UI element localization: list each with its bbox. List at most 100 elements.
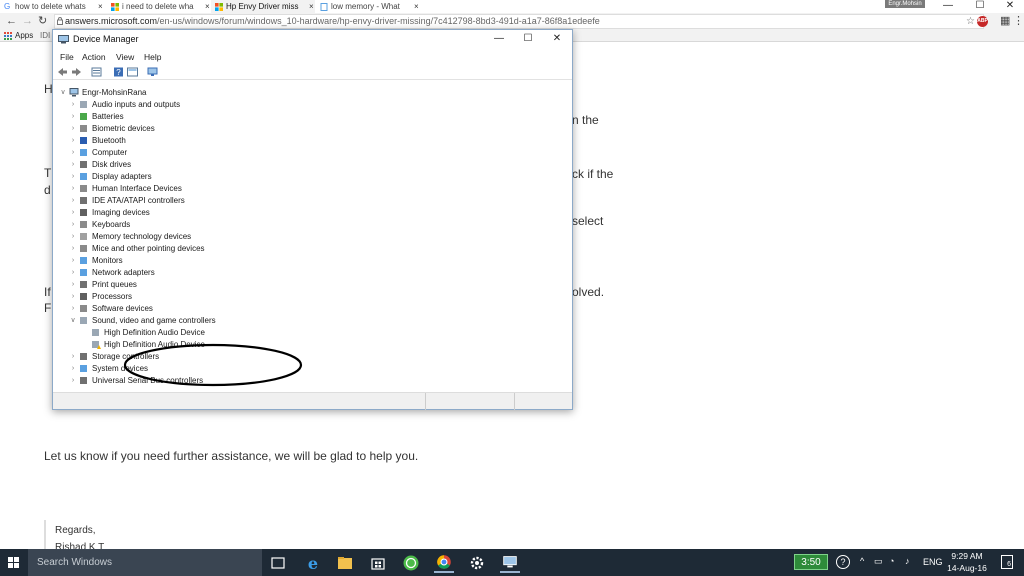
clock-time[interactable]: 9:29 AM [950, 551, 984, 561]
device-category[interactable]: › Universal Serial Bus controllers [69, 374, 203, 386]
menu-action[interactable]: Action [82, 52, 106, 62]
store-icon[interactable] [368, 553, 388, 573]
device-category[interactable]: › Imaging devices [69, 206, 150, 218]
settings-icon[interactable] [467, 553, 487, 573]
tab-1[interactable]: i need to delete wha × [107, 0, 211, 13]
chevron-right-icon[interactable]: › [69, 113, 77, 120]
chevron-right-icon[interactable]: › [69, 245, 77, 252]
close-tab-icon[interactable]: × [414, 2, 419, 11]
device-category[interactable]: › Keyboards [69, 218, 130, 230]
device-category[interactable]: › Audio inputs and outputs [69, 98, 180, 110]
close-button[interactable]: ✕ [998, 0, 1022, 13]
chevron-right-icon[interactable]: › [69, 233, 77, 240]
show-hidden-icon[interactable] [127, 67, 138, 77]
device-category[interactable]: › Processors [69, 290, 132, 302]
maximize-button[interactable]: ☐ [968, 0, 992, 13]
menu-view[interactable]: View [116, 52, 134, 62]
chevron-right-icon[interactable]: › [69, 269, 77, 276]
back-arrow-icon[interactable] [57, 67, 68, 77]
window-titlebar[interactable]: Device Manager — ☐ ✕ [53, 30, 572, 49]
chevron-right-icon[interactable]: › [69, 185, 77, 192]
clock-date[interactable]: 14-Aug-16 [947, 563, 987, 573]
chrome-menu-icon[interactable]: ⋮ [1013, 14, 1024, 28]
device-category[interactable]: › Display adapters [69, 170, 152, 182]
device-category[interactable]: › Bluetooth [69, 134, 126, 146]
apps-shortcut[interactable]: Apps [15, 31, 33, 40]
chevron-right-icon[interactable]: › [69, 293, 77, 300]
timer-badge[interactable]: 3:50 [794, 554, 828, 570]
battery-icon[interactable]: ▭ [874, 556, 883, 567]
device-category[interactable]: › Human Interface Devices [69, 182, 182, 194]
device-category[interactable]: › Disk drives [69, 158, 131, 170]
device-item[interactable]: High Definition Audio Device [81, 326, 205, 338]
back-arrow-icon[interactable]: ← [6, 14, 17, 28]
tab-0[interactable]: G how to delete whats × [0, 0, 104, 13]
close-tab-icon[interactable]: × [205, 2, 210, 11]
tab-3[interactable]: low memory - What × [316, 0, 420, 13]
edge-icon[interactable]: e [303, 553, 323, 573]
menu-file[interactable]: File [60, 52, 74, 62]
close-tab-icon[interactable]: × [98, 2, 103, 11]
windows-start-icon[interactable] [0, 549, 28, 576]
menu-help[interactable]: Help [144, 52, 161, 62]
chevron-right-icon[interactable]: › [69, 281, 77, 288]
maximize-button[interactable]: ☐ [517, 32, 539, 46]
device-category[interactable]: › Software devices [69, 302, 153, 314]
volume-icon[interactable]: ♪ [905, 556, 910, 566]
device-category[interactable]: › Batteries [69, 110, 124, 122]
reload-icon[interactable]: ↻ [38, 14, 47, 28]
chevron-right-icon[interactable]: › [69, 197, 77, 204]
taskbar-search[interactable]: Search Windows [28, 549, 262, 576]
tree-root[interactable]: ∨ Engr-MohsinRana [59, 86, 146, 98]
tab-2[interactable]: Hp Envy Driver miss × [211, 0, 315, 13]
chevron-right-icon[interactable]: › [69, 125, 77, 132]
whatsapp-icon[interactable] [401, 553, 421, 573]
device-category[interactable]: › Print queues [69, 278, 137, 290]
device-category[interactable]: › Storage controllers [69, 350, 159, 362]
chevron-right-icon[interactable]: › [69, 209, 77, 216]
close-button[interactable]: ✕ [546, 32, 568, 46]
chevron-right-icon[interactable]: › [69, 257, 77, 264]
forward-arrow-icon[interactable] [71, 67, 82, 77]
file-explorer-icon[interactable] [335, 553, 355, 573]
chevron-right-icon[interactable]: › [69, 353, 77, 360]
wifi-icon[interactable]: ◔ [889, 556, 894, 566]
device-category[interactable]: ∨ Sound, video and game controllers [69, 314, 215, 326]
help-icon[interactable]: ? [836, 555, 850, 569]
chevron-down-icon[interactable]: ∨ [59, 88, 67, 96]
chevron-right-icon[interactable]: › [69, 101, 77, 108]
page-info-icon[interactable] [57, 17, 63, 25]
chevron-right-icon[interactable]: › [69, 305, 77, 312]
device-category[interactable]: › System devices [69, 362, 148, 374]
chevron-right-icon[interactable]: › [69, 221, 77, 228]
device-category[interactable]: › Mice and other pointing devices [69, 242, 205, 254]
minimize-button[interactable]: — [488, 32, 510, 46]
chevron-down-icon[interactable]: ∨ [69, 316, 77, 324]
bookmark-star-icon[interactable]: ☆ [966, 15, 975, 28]
properties-icon[interactable] [91, 67, 102, 77]
device-category[interactable]: › Monitors [69, 254, 123, 266]
chevron-right-icon[interactable]: › [69, 377, 77, 384]
chrome-icon[interactable] [434, 553, 454, 573]
chevron-right-icon[interactable]: › [69, 137, 77, 144]
profile-badge[interactable]: Engr.Mohsin [885, 0, 925, 8]
minimize-button[interactable]: — [936, 0, 960, 13]
device-category[interactable]: › Computer [69, 146, 127, 158]
device-category[interactable]: › Biometric devices [69, 122, 155, 134]
chevron-right-icon[interactable]: › [69, 161, 77, 168]
chevron-right-icon[interactable]: › [69, 173, 77, 180]
chevron-right-icon[interactable]: › [69, 149, 77, 156]
chevron-right-icon[interactable]: › [69, 365, 77, 372]
forward-arrow-icon[interactable]: → [22, 14, 33, 28]
adblock-icon[interactable]: ABP [977, 16, 988, 27]
device-category[interactable]: › IDE ATA/ATAPI controllers [69, 194, 185, 206]
device-manager-icon[interactable] [500, 553, 520, 573]
help-icon[interactable]: ? [113, 67, 124, 77]
address-bar[interactable]: answers.microsoft.com/en-us/windows/foru… [54, 14, 984, 29]
close-tab-icon[interactable]: × [309, 2, 314, 11]
notification-icon[interactable]: 6 [1001, 555, 1013, 569]
language-indicator[interactable]: ENG [923, 557, 943, 567]
device-category[interactable]: › Network adapters [69, 266, 155, 278]
device-item[interactable]: High Definition Audio Device [81, 338, 205, 350]
extension-icon[interactable]: ▦ [1000, 14, 1010, 28]
